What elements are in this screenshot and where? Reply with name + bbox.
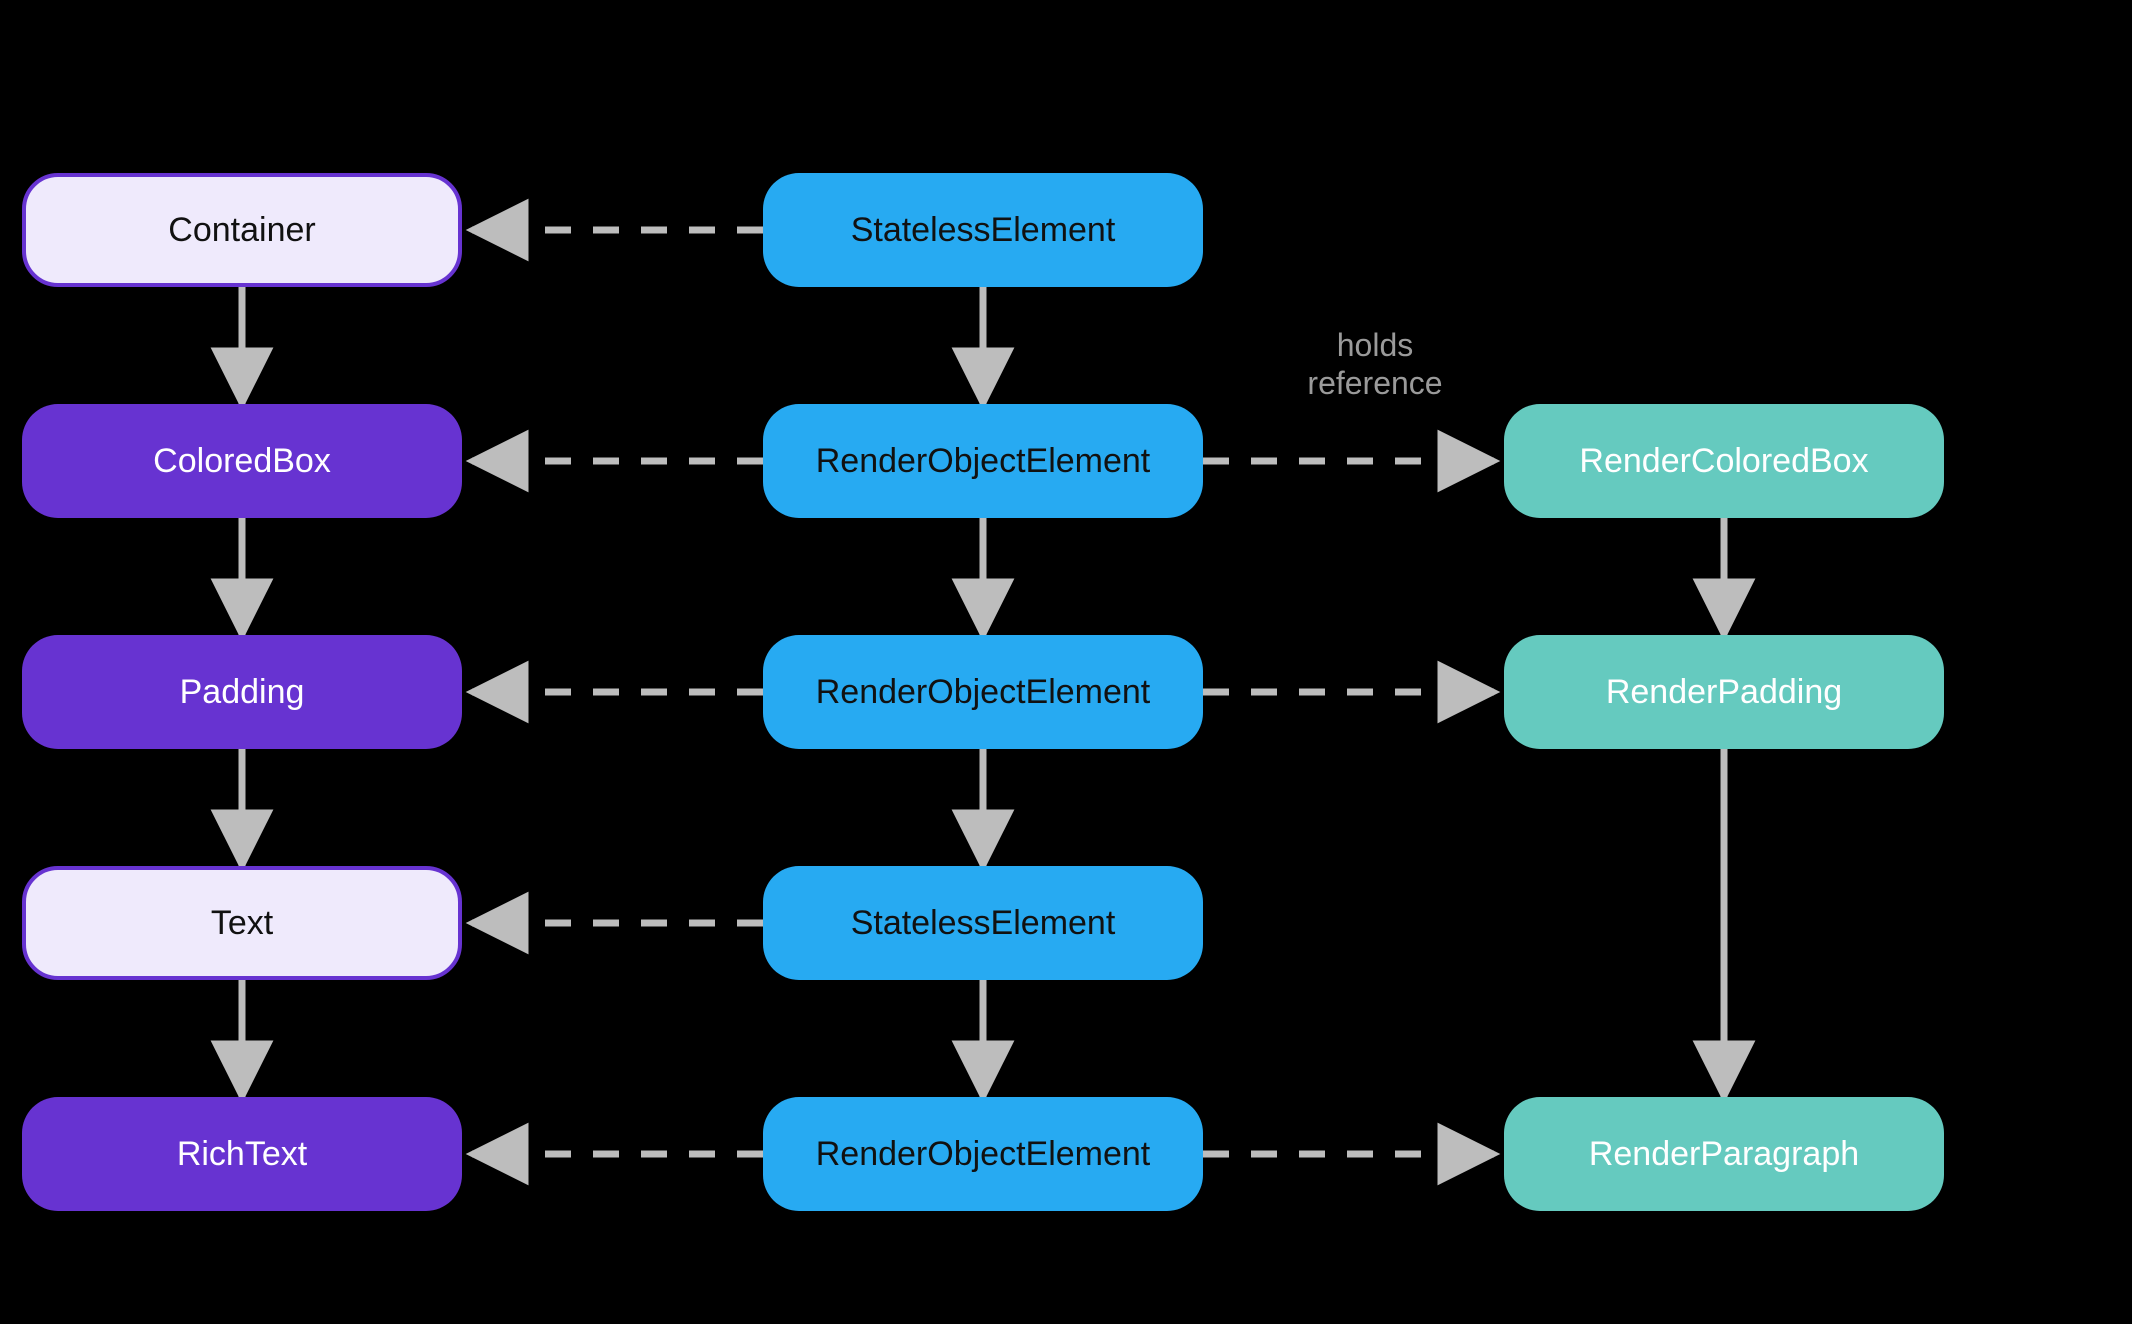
node-stateless-element-2: StatelessElement (763, 866, 1203, 980)
node-label: RenderParagraph (1589, 1135, 1859, 1174)
node-coloredbox: ColoredBox (22, 404, 462, 518)
node-label: RenderObjectElement (816, 442, 1151, 481)
node-label: StatelessElement (851, 904, 1116, 943)
node-renderobject-element-1: RenderObjectElement (763, 404, 1203, 518)
node-stateless-element-1: StatelessElement (763, 173, 1203, 287)
node-padding: Padding (22, 635, 462, 749)
edge-label-line2: reference (1307, 365, 1442, 401)
edge-label-holds-reference: holds reference (1275, 326, 1475, 403)
node-label: RichText (177, 1135, 307, 1174)
node-container: Container (22, 173, 462, 287)
node-label: ColoredBox (153, 442, 331, 481)
edge-label-line1: holds (1337, 327, 1414, 363)
node-text: Text (22, 866, 462, 980)
node-label: StatelessElement (851, 211, 1116, 250)
node-label: Container (168, 211, 315, 250)
node-label: RenderObjectElement (816, 1135, 1151, 1174)
node-render-coloredbox: RenderColoredBox (1504, 404, 1944, 518)
node-renderobject-element-3: RenderObjectElement (763, 1097, 1203, 1211)
node-richtext: RichText (22, 1097, 462, 1211)
node-label: Padding (180, 673, 305, 712)
node-render-paragraph: RenderParagraph (1504, 1097, 1944, 1211)
diagram-canvas: Container ColoredBox Padding Text RichTe… (0, 0, 2132, 1324)
node-label: Text (211, 904, 273, 943)
node-renderobject-element-2: RenderObjectElement (763, 635, 1203, 749)
node-label: RenderColoredBox (1579, 442, 1868, 481)
node-render-padding: RenderPadding (1504, 635, 1944, 749)
node-label: RenderObjectElement (816, 673, 1151, 712)
node-label: RenderPadding (1606, 673, 1842, 712)
